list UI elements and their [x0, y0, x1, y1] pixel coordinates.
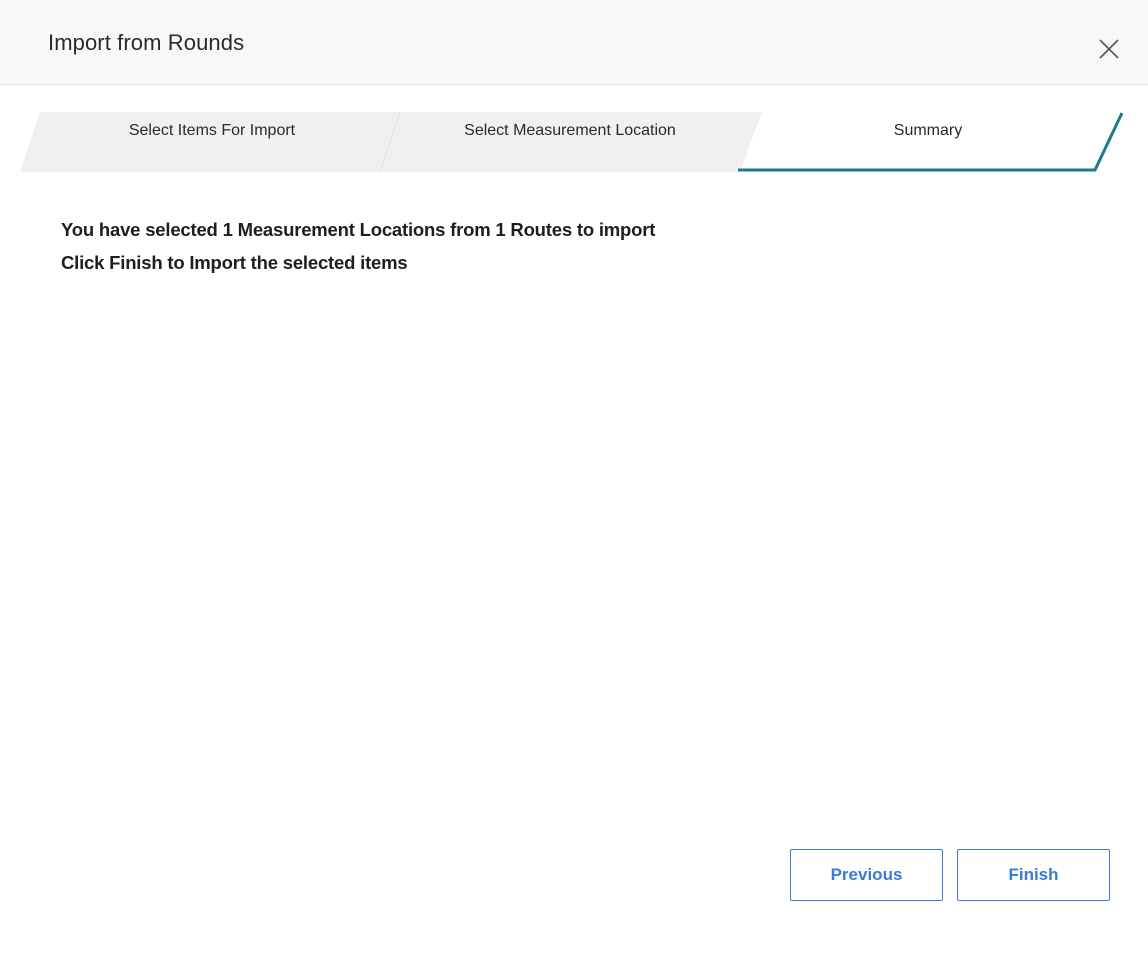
step-shape-select-measurement-location — [380, 112, 762, 172]
dialog-header: Import from Rounds — [0, 0, 1148, 85]
dialog-title: Import from Rounds — [48, 30, 245, 55]
summary-selection-text: You have selected 1 Measurement Location… — [61, 219, 656, 240]
summary-content: You have selected 1 Measurement Location… — [61, 213, 655, 279]
step-summary[interactable]: Summary — [778, 122, 1078, 140]
import-from-rounds-dialog: Import from Rounds Select Items For Impo… — [0, 0, 1148, 972]
step-select-items-for-import[interactable]: Select Items For Import — [62, 122, 362, 140]
step-select-measurement-location[interactable]: Select Measurement Location — [420, 122, 720, 140]
close-button[interactable] — [1097, 37, 1121, 61]
previous-button[interactable]: Previous — [790, 849, 943, 901]
close-icon — [1099, 39, 1119, 59]
summary-instruction-text: Click Finish to Import the selected item… — [61, 252, 408, 273]
step-shape-select-items — [20, 112, 400, 172]
wizard-steps: Select Items For Import Select Measureme… — [0, 112, 1148, 174]
finish-button[interactable]: Finish — [957, 849, 1110, 901]
